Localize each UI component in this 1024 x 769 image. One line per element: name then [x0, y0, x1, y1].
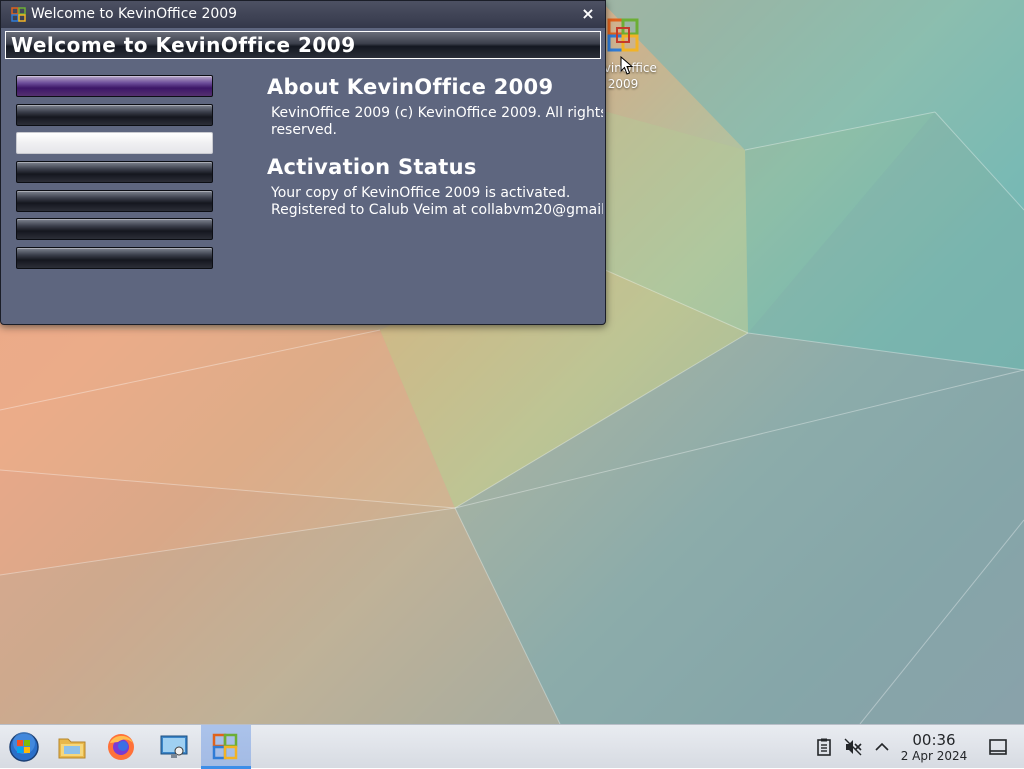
content-panel: About KevinOffice 2009 KevinOffice 2009 … [267, 73, 603, 219]
nav-button-3[interactable] [16, 132, 213, 154]
activation-heading: Activation Status [267, 155, 477, 179]
mouse-pointer-icon [620, 56, 634, 75]
chevron-up-icon[interactable] [872, 737, 892, 757]
taskbar-firefox[interactable] [97, 725, 145, 769]
clock-date: 2 Apr 2024 [900, 749, 968, 763]
welcome-banner: Welcome to KevinOffice 2009 [5, 31, 601, 59]
show-desktop-icon[interactable] [988, 737, 1008, 757]
nav-button-6[interactable] [16, 218, 213, 240]
nav-button-1[interactable] [16, 75, 213, 97]
nav-button-4[interactable] [16, 161, 213, 183]
about-text-line1: KevinOffice 2009 (c) KevinOffice 2009. A… [271, 105, 603, 121]
kevinoffice-icon [11, 7, 26, 22]
taskbar-kevinoffice[interactable] [201, 725, 251, 769]
clipboard-icon[interactable] [814, 737, 834, 757]
taskbar-file-manager[interactable] [48, 725, 96, 769]
volume-muted-icon[interactable] [843, 737, 863, 757]
window-title: Welcome to KevinOffice 2009 [31, 6, 238, 22]
firefox-icon [108, 734, 134, 760]
window-titlebar[interactable]: Welcome to KevinOffice 2009 × [1, 1, 605, 28]
activation-text-line1: Your copy of KevinOffice 2009 is activat… [271, 185, 571, 201]
nav-button-5[interactable] [16, 190, 213, 212]
taskbar: 00:36 2 Apr 2024 [0, 724, 1024, 769]
kevinoffice-icon [603, 16, 643, 56]
nav-button-2[interactable] [16, 104, 213, 126]
windows-orb-icon [9, 732, 39, 762]
activation-text-line2: Registered to Calub Veim at collabvm20@g… [271, 202, 603, 218]
welcome-window: Welcome to KevinOffice 2009 × Welcome to… [0, 0, 606, 325]
about-text-line2: reserved. [271, 122, 337, 138]
nav-button-7[interactable] [16, 247, 213, 269]
about-heading: About KevinOffice 2009 [267, 75, 554, 99]
clock-time: 00:36 [912, 731, 956, 749]
folder-icon [58, 738, 86, 759]
monitor-user-icon [160, 735, 188, 758]
taskbar-remote-desktop[interactable] [150, 725, 198, 769]
clock[interactable]: 00:36 2 Apr 2024 [896, 731, 972, 764]
kevinoffice-icon [212, 733, 238, 760]
close-button[interactable]: × [579, 4, 597, 24]
start-menu-button[interactable] [0, 725, 48, 769]
